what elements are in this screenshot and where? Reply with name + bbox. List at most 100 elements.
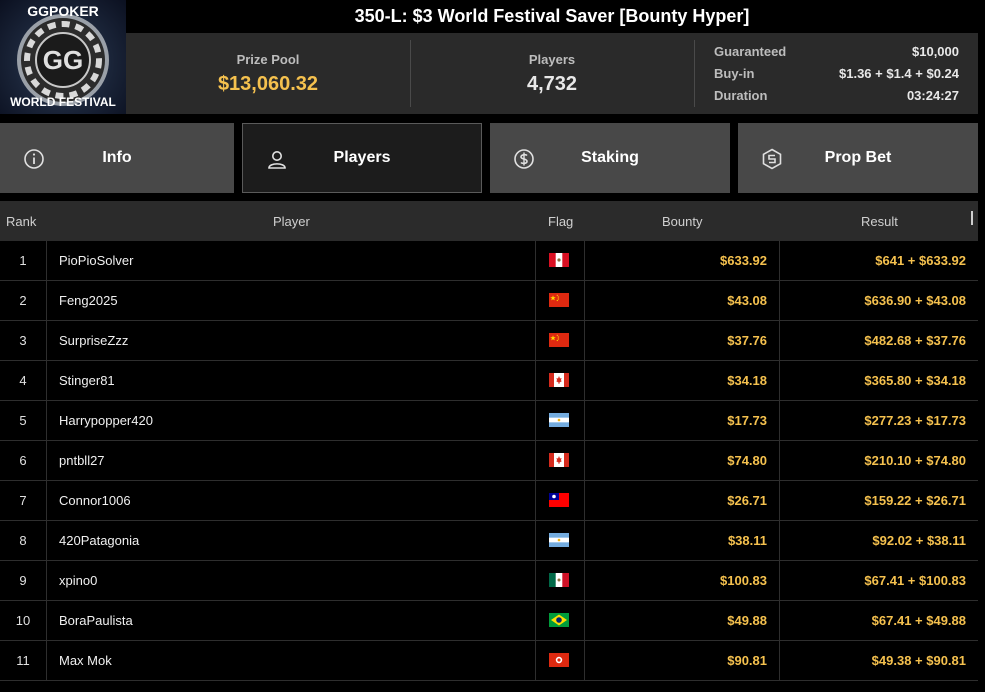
- rank-cell: 8: [0, 521, 47, 560]
- column-result[interactable]: Result: [861, 214, 898, 229]
- logo-text-bottom: WORLD FESTIVAL: [10, 95, 116, 109]
- result-cell: $159.22 + $26.71: [864, 493, 966, 508]
- table-row[interactable]: 11 Max Mok $90.81 $49.38 + $90.81: [0, 641, 978, 681]
- result-cell: $67.41 + $100.83: [864, 573, 966, 588]
- result-cell: $49.38 + $90.81: [871, 653, 966, 668]
- buyin-value: $1.36 + $1.4 + $0.24: [839, 66, 959, 81]
- tab-prop-bet[interactable]: Prop Bet: [738, 123, 978, 193]
- result-cell: $636.90 + $43.08: [864, 293, 966, 308]
- guaranteed-value: $10,000: [912, 44, 959, 59]
- brazil-flag-icon: [549, 613, 569, 627]
- bounty-cell: $17.73: [584, 401, 780, 440]
- tab-players[interactable]: Players: [242, 123, 482, 193]
- player-name[interactable]: pntbll27: [59, 441, 105, 480]
- rank-cell: 10: [0, 601, 47, 640]
- dollar-coin-icon: [514, 149, 534, 169]
- duration-value: 03:24:27: [906, 88, 959, 103]
- player-name[interactable]: Connor1006: [59, 481, 131, 520]
- flag-cell: [535, 481, 585, 520]
- players-stat: Players 4,732: [410, 33, 694, 114]
- flag-cell: [535, 321, 585, 360]
- bounty-cell: $90.81: [584, 641, 780, 680]
- flag-cell: [535, 441, 585, 480]
- argentina-flag-icon: [549, 533, 569, 547]
- flag-cell: [535, 521, 585, 560]
- buyin-row: Buy-in $1.36 + $1.4 + $0.24: [714, 63, 959, 85]
- table-row[interactable]: 10 BoraPaulista $49.88 $67.41 + $49.88: [0, 601, 978, 641]
- logo-mark: GG: [43, 45, 83, 75]
- logo-text-top: GGPOKER: [27, 3, 99, 19]
- rank-cell: 9: [0, 561, 47, 600]
- result-cell: $210.10 + $74.80: [864, 453, 966, 468]
- prize-pool-value: $13,060.32: [217, 73, 319, 95]
- canada-flag-icon: [549, 453, 569, 467]
- bounty-cell: $100.83: [584, 561, 780, 600]
- scrollbar[interactable]: [971, 211, 973, 225]
- players-label: Players: [528, 52, 576, 67]
- player-name[interactable]: BoraPaulista: [59, 601, 133, 640]
- table-row[interactable]: 4 Stinger81 $34.18 $365.80 + $34.18: [0, 361, 978, 401]
- bounty-cell: $633.92: [584, 241, 780, 280]
- rank-cell: 3: [0, 321, 47, 360]
- result-cell: $365.80 + $34.18: [864, 373, 966, 388]
- rank-cell: 11: [0, 641, 47, 680]
- result-cell: $67.41 + $49.88: [871, 613, 966, 628]
- flag-cell: [535, 401, 585, 440]
- table-row[interactable]: 3 SurpriseZzz $37.76 $482.68 + $37.76: [0, 321, 978, 361]
- mexico-flag-icon: [549, 573, 569, 587]
- column-rank[interactable]: Rank: [6, 214, 36, 229]
- player-name[interactable]: SurpriseZzz: [59, 321, 128, 360]
- flag-cell: [535, 601, 585, 640]
- result-cell: $92.02 + $38.11: [872, 533, 966, 548]
- column-player[interactable]: Player: [273, 214, 310, 229]
- player-name[interactable]: Max Mok: [59, 641, 112, 680]
- player-name[interactable]: PioPioSolver: [59, 241, 133, 280]
- result-cell: $641 + $633.92: [875, 253, 966, 268]
- tournament-stats: Prize Pool $13,060.32 Players 4,732 Guar…: [126, 33, 978, 114]
- column-bounty[interactable]: Bounty: [662, 214, 702, 229]
- person-icon: [268, 151, 286, 169]
- player-name[interactable]: Stinger81: [59, 361, 115, 400]
- prop-bet-icon: [762, 148, 782, 170]
- peru-flag-icon: [549, 253, 569, 267]
- tab-info[interactable]: Info: [0, 123, 234, 193]
- rank-cell: 6: [0, 441, 47, 480]
- player-name[interactable]: xpino0: [59, 561, 97, 600]
- rank-cell: 7: [0, 481, 47, 520]
- rank-cell: 4: [0, 361, 47, 400]
- guaranteed-label: Guaranteed: [714, 44, 787, 59]
- flag-cell: [535, 281, 585, 320]
- tournament-tabs: Info Players Staking Prop Bet: [0, 123, 985, 193]
- taiwan-flag-icon: [549, 493, 569, 507]
- tab-staking[interactable]: Staking: [490, 123, 730, 193]
- flag-cell: [535, 361, 585, 400]
- players-table: Rank Player Flag Bounty Result 1 PioPioSo…: [0, 201, 978, 681]
- table-row[interactable]: 9 xpino0 $100.83 $67.41 + $100.83: [0, 561, 978, 601]
- table-row[interactable]: 8 420Patagonia $38.11 $92.02 + $38.11: [0, 521, 978, 561]
- table-row[interactable]: 2 Feng2025 $43.08 $636.90 + $43.08: [0, 281, 978, 321]
- tournament-title: 350-L: $3 World Festival Saver [Bounty H…: [126, 0, 978, 33]
- bounty-cell: $37.76: [584, 321, 780, 360]
- player-name[interactable]: 420Patagonia: [59, 521, 139, 560]
- player-name[interactable]: Feng2025: [59, 281, 118, 320]
- table-row[interactable]: 1 PioPioSolver $633.92 $641 + $633.92: [0, 241, 978, 281]
- table-row[interactable]: 7 Connor1006 $26.71 $159.22 + $26.71: [0, 481, 978, 521]
- table-body: 1 PioPioSolver $633.92 $641 + $633.92 2 Feng2…: [0, 241, 978, 681]
- table-row[interactable]: 6 pntbll27 $74.80 $210.10 + $74.80: [0, 441, 978, 481]
- bounty-cell: $34.18: [584, 361, 780, 400]
- china-flag-icon: [549, 333, 569, 347]
- flag-cell: [535, 561, 585, 600]
- stats-divider: [694, 40, 695, 107]
- logo-graphic: GG GGPOKER WORLD FESTIVAL: [10, 3, 116, 109]
- tournament-details: Guaranteed $10,000 Buy-in $1.36 + $1.4 +…: [714, 41, 959, 107]
- flag-cell: [535, 641, 585, 680]
- player-name[interactable]: Harrypopper420: [59, 401, 153, 440]
- players-value: 4,732: [526, 73, 578, 95]
- result-cell: $277.23 + $17.73: [864, 413, 966, 428]
- buyin-label: Buy-in: [714, 66, 755, 81]
- table-row[interactable]: 5 Harrypopper420 $17.73 $277.23 + $17.73: [0, 401, 978, 441]
- bounty-cell: $49.88: [584, 601, 780, 640]
- column-flag[interactable]: Flag: [548, 214, 573, 229]
- china-flag-icon: [549, 293, 569, 307]
- prize-pool-stat: Prize Pool $13,060.32: [126, 33, 410, 114]
